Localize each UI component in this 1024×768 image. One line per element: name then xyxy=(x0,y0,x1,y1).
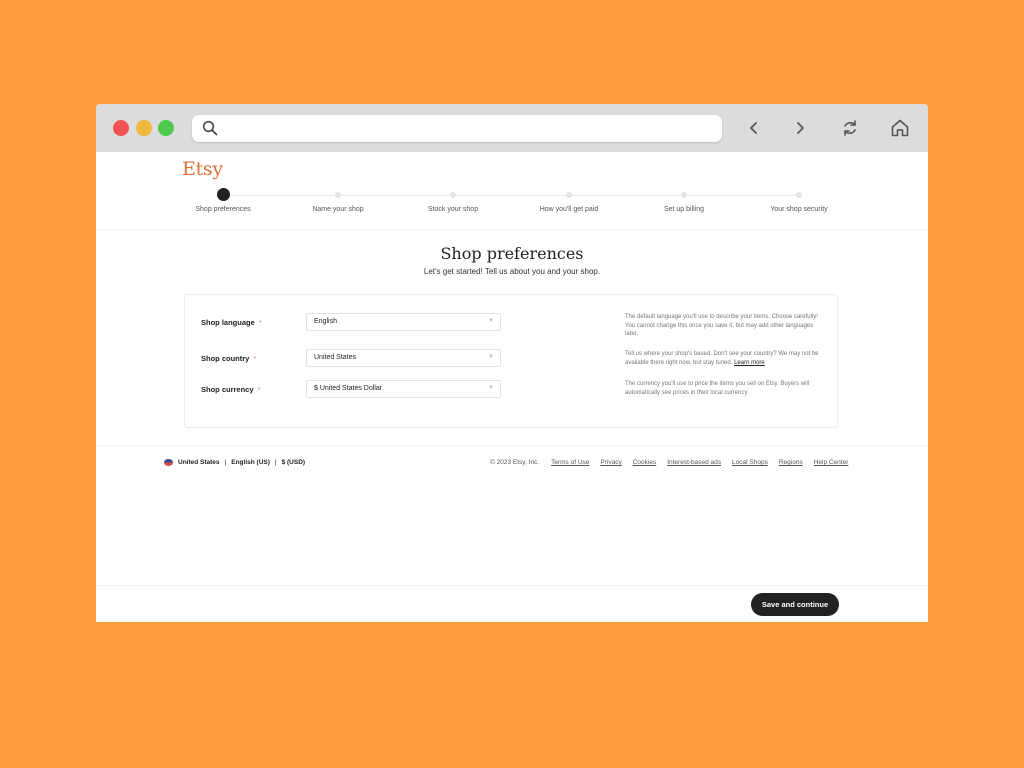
back-icon xyxy=(750,122,757,134)
divider xyxy=(96,445,928,446)
preferences-form: Shop language * English ▼ The default lan… xyxy=(184,294,838,428)
us-flag-icon xyxy=(164,459,173,466)
reload-icon xyxy=(844,120,856,136)
step-indicator xyxy=(681,192,687,198)
country-row-label: Shop country * xyxy=(201,354,256,363)
required-mark: * xyxy=(257,385,261,394)
region-text: United States xyxy=(178,459,220,466)
step-label: Your shop security xyxy=(770,206,828,213)
shop-currency-value: $ United States Dollar xyxy=(314,385,383,392)
currency-text: $ (USD) xyxy=(281,459,306,466)
country-label: Shop country xyxy=(201,354,250,363)
divider xyxy=(96,229,928,230)
required-mark: * xyxy=(253,354,257,363)
shop-country-value: United States xyxy=(314,354,357,361)
search-icon xyxy=(202,120,218,136)
currency-row-label: Shop currency * xyxy=(201,385,260,394)
divider xyxy=(96,585,928,586)
country-help-text: Tell us where your shop's based. Don't s… xyxy=(625,350,825,367)
cookies-link[interactable]: Cookies xyxy=(633,459,656,466)
regions-link[interactable]: Regions xyxy=(779,459,803,466)
language-text: English (US) xyxy=(231,459,270,466)
home-icon xyxy=(891,119,909,137)
interest-based-ads-link[interactable]: Interest-based ads xyxy=(667,459,721,466)
browser-toolbar xyxy=(96,104,928,152)
privacy-link[interactable]: Privacy xyxy=(600,459,621,466)
step-indicator xyxy=(796,192,802,198)
terms-of-use-link[interactable]: Terms of Use xyxy=(551,459,589,466)
chevron-down-icon: ▼ xyxy=(488,318,494,324)
locale-settings[interactable]: United States | English (US) | $ (USD) xyxy=(164,459,305,466)
back-button[interactable] xyxy=(743,117,765,139)
separator: | xyxy=(274,459,277,466)
chevron-down-icon: ▼ xyxy=(488,354,494,360)
minimize-window-button[interactable] xyxy=(136,120,152,136)
browser-window: Etsy Shop preferences Name your shop Sto… xyxy=(96,104,928,622)
help-center-link[interactable]: Help Center xyxy=(814,459,849,466)
country-help: Tell us where your shop's based. Don't s… xyxy=(625,351,819,366)
language-row-label: Shop language * xyxy=(201,318,262,327)
page-title: Shop preferences xyxy=(440,244,584,263)
step-shop-security: Your shop security xyxy=(729,188,869,213)
etsy-logo[interactable]: Etsy xyxy=(182,158,223,180)
shop-language-value: English xyxy=(314,318,337,325)
chevron-down-icon: ▼ xyxy=(488,385,494,391)
step-indicator xyxy=(566,192,572,198)
required-mark: * xyxy=(258,318,262,327)
maximize-window-button[interactable] xyxy=(158,120,174,136)
step-indicator xyxy=(216,188,230,201)
forward-icon xyxy=(797,122,804,134)
address-bar[interactable] xyxy=(192,115,722,142)
separator: | xyxy=(224,459,227,466)
copyright: © 2023 Etsy, Inc. xyxy=(490,459,540,466)
shop-country-select[interactable]: United States ▼ xyxy=(306,349,501,367)
home-button[interactable] xyxy=(889,117,911,139)
local-shops-link[interactable]: Local Shops xyxy=(732,459,768,466)
language-help-text: The default language you'll use to descr… xyxy=(625,314,818,337)
close-window-button[interactable] xyxy=(113,120,129,136)
reload-button[interactable] xyxy=(839,117,861,139)
step-indicator xyxy=(450,192,456,198)
currency-label: Shop currency xyxy=(201,385,254,394)
shop-currency-select[interactable]: $ United States Dollar ▼ xyxy=(306,380,501,398)
shop-language-select[interactable]: English ▼ xyxy=(306,313,501,331)
language-label: Shop language xyxy=(201,318,255,327)
learn-more-link[interactable]: Learn more xyxy=(734,360,765,366)
save-and-continue-button[interactable]: Save and continue xyxy=(751,593,839,616)
currency-help-text: The currency you'll use to price the ite… xyxy=(625,381,810,396)
page-subtitle: Let's get started! Tell us about you and… xyxy=(423,267,601,276)
etsy-onboarding-page: Etsy Shop preferences Name your shop Sto… xyxy=(96,152,928,622)
step-indicator xyxy=(335,192,341,198)
footer-links: © 2023 Etsy, Inc. Terms of Use Privacy C… xyxy=(490,459,859,466)
forward-button[interactable] xyxy=(789,117,811,139)
